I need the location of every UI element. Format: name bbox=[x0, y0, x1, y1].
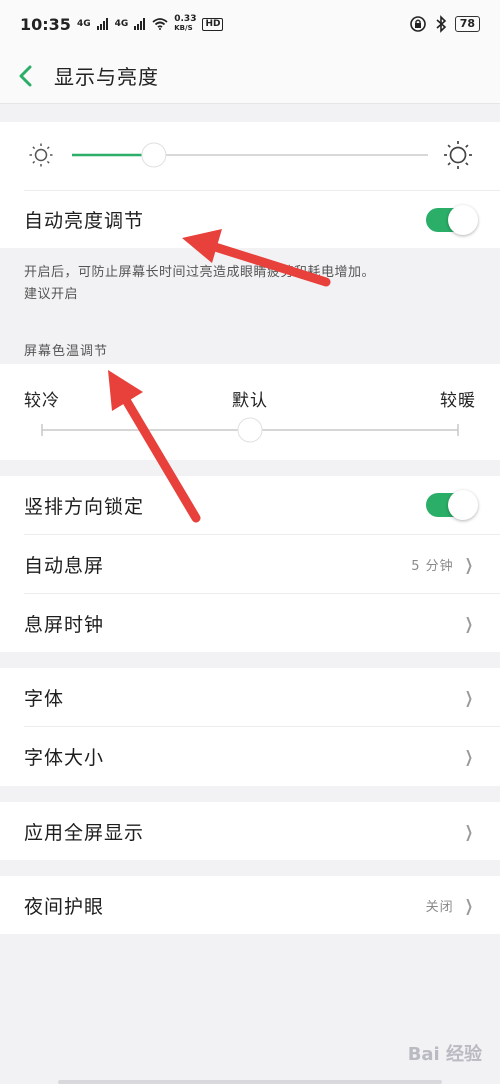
fullscreen-apps-label: 应用全屏显示 bbox=[24, 821, 145, 844]
settings-group-3: 应用全屏显示 ❯ bbox=[0, 802, 500, 860]
auto-brightness-row[interactable]: 自动亮度调节 bbox=[0, 191, 500, 248]
auto-sleep-value: 5 分钟 bbox=[411, 558, 454, 574]
status-time: 10:35 bbox=[20, 14, 71, 34]
font-row[interactable]: 字体 ❯ bbox=[0, 668, 500, 726]
wifi-icon bbox=[152, 18, 168, 30]
color-temp-card: 较冷 默认 较暖 bbox=[0, 364, 500, 460]
night-mode-row[interactable]: 夜间护眼 关闭 ❯ bbox=[0, 876, 500, 934]
status-bar: 10:35 4G 4G 0.33 KB/S HD 78 bbox=[0, 0, 500, 48]
baidu-watermark: Bai 经验 bbox=[407, 1044, 482, 1065]
font-chevron-group: ❯ bbox=[462, 688, 476, 707]
portrait-lock-label: 竖排方向锁定 bbox=[24, 495, 145, 518]
page-header: 显示与亮度 bbox=[0, 48, 500, 104]
night-mode-value-group: 关闭 ❯ bbox=[426, 896, 476, 915]
color-temp-section-label: 屏幕色温调节 bbox=[24, 344, 109, 359]
auto-brightness-description: 开启后，可防止屏幕长时间过亮造成眼睛疲劳和耗电增加。 建议开启 bbox=[24, 262, 375, 306]
signal-2-label: 4G bbox=[114, 18, 129, 29]
hd-badge: HD bbox=[202, 17, 224, 31]
settings-group-2: 字体 ❯ 字体大小 ❯ bbox=[0, 668, 500, 786]
settings-group-4: 夜间护眼 关闭 ❯ bbox=[0, 876, 500, 934]
portrait-lock-row[interactable]: 竖排方向锁定 bbox=[0, 476, 500, 534]
portrait-lock-control bbox=[426, 490, 478, 520]
network-speed: 0.33 KB/S bbox=[174, 15, 196, 33]
font-size-row[interactable]: 字体大小 ❯ bbox=[0, 727, 500, 786]
chevron-right-icon: ❯ bbox=[464, 613, 474, 633]
signal-1-label: 4G bbox=[76, 18, 91, 29]
toggle-knob bbox=[448, 490, 478, 520]
sleep-clock-label: 息屏时钟 bbox=[24, 613, 105, 636]
signal-bars-icon bbox=[96, 18, 108, 30]
status-right: 78 bbox=[409, 15, 480, 33]
settings-group-1: 竖排方向锁定 自动息屏 5 分钟 ❯ 息屏时钟 ❯ bbox=[0, 476, 500, 652]
font-size-label: 字体大小 bbox=[24, 747, 105, 769]
sun-large-icon bbox=[444, 141, 472, 169]
color-temp-default-label: 默认 bbox=[232, 391, 268, 411]
color-temp-slider[interactable] bbox=[0, 410, 500, 450]
speed-unit: KB/S bbox=[174, 24, 193, 32]
sun-small-icon bbox=[29, 143, 53, 167]
sleep-clock-row[interactable]: 息屏时钟 ❯ bbox=[0, 594, 500, 652]
chevron-right-icon: ❯ bbox=[464, 687, 474, 707]
font-size-chevron-group: ❯ bbox=[462, 747, 476, 766]
description-line-2: 建议开启 bbox=[24, 287, 79, 302]
battery-indicator: 78 bbox=[454, 16, 480, 32]
chevron-right-icon: ❯ bbox=[464, 747, 474, 766]
rotation-lock-icon bbox=[409, 16, 426, 32]
color-temp-slider-thumb[interactable] bbox=[237, 417, 263, 443]
home-indicator[interactable] bbox=[58, 1080, 442, 1084]
brightness-card: 自动亮度调节 bbox=[0, 122, 500, 248]
brightness-slider[interactable] bbox=[0, 122, 500, 188]
night-mode-label: 夜间护眼 bbox=[24, 895, 105, 918]
night-mode-value: 关闭 bbox=[425, 899, 454, 915]
portrait-lock-toggle[interactable] bbox=[426, 490, 478, 520]
toggle-knob bbox=[448, 204, 478, 235]
chevron-right-icon: ❯ bbox=[464, 895, 474, 915]
page-title: 显示与亮度 bbox=[54, 65, 159, 89]
chevron-right-icon: ❯ bbox=[464, 554, 474, 574]
auto-brightness-toggle[interactable] bbox=[426, 204, 478, 235]
sleep-clock-chevron-group: ❯ bbox=[462, 614, 476, 633]
font-label: 字体 bbox=[24, 687, 65, 710]
status-left: 10:35 4G 4G 0.33 KB/S HD bbox=[20, 14, 224, 34]
color-temp-labels: 较冷 默认 较暖 bbox=[24, 386, 476, 411]
signal-bars-2-icon bbox=[134, 18, 146, 30]
speed-value: 0.33 bbox=[174, 14, 197, 24]
auto-brightness-label: 自动亮度调节 bbox=[24, 210, 145, 232]
back-arrow-icon[interactable] bbox=[18, 64, 38, 88]
fullscreen-apps-row[interactable]: 应用全屏显示 ❯ bbox=[0, 802, 500, 860]
brightness-slider-thumb[interactable] bbox=[141, 142, 167, 168]
description-line-1: 开启后，可防止屏幕长时间过亮造成眼睛疲劳和耗电增加。 bbox=[24, 265, 376, 280]
auto-sleep-row[interactable]: 自动息屏 5 分钟 ❯ bbox=[0, 535, 500, 593]
chevron-right-icon: ❯ bbox=[464, 821, 474, 841]
auto-brightness-control bbox=[426, 204, 478, 235]
auto-sleep-value-group: 5 分钟 ❯ bbox=[411, 555, 476, 574]
auto-sleep-label: 自动息屏 bbox=[24, 554, 105, 577]
color-temp-warm-label: 较暖 bbox=[440, 391, 476, 411]
fullscreen-apps-chevron-group: ❯ bbox=[462, 822, 476, 841]
bluetooth-icon bbox=[436, 15, 446, 33]
color-temp-cool-label: 较冷 bbox=[24, 391, 60, 411]
